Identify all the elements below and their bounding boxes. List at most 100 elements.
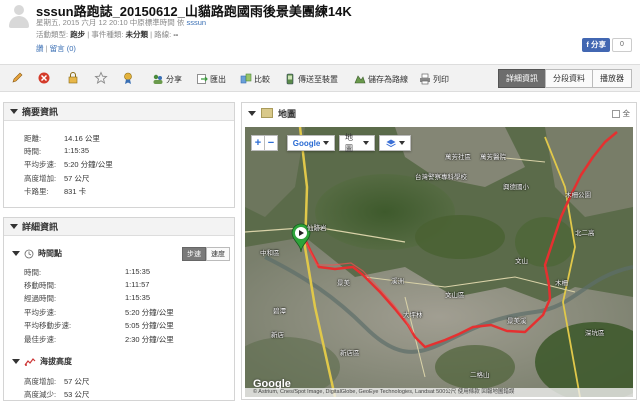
toggle-speed[interactable]: 速度 (206, 247, 230, 261)
pace-speed-toggle: 步速 速度 (182, 247, 230, 261)
compare-button[interactable]: 比較 (240, 71, 270, 87)
toggle-pace[interactable]: 步速 (182, 247, 206, 261)
user-link[interactable]: sssun (186, 18, 206, 27)
map-place-label: 萬芳醫院 (480, 154, 506, 161)
activity-meta: 活動類型: 跑步 | 事件種類: 未分類 | 路線: -- (36, 29, 178, 40)
map-layers-select[interactable] (379, 135, 411, 151)
zoom-in-button[interactable]: + (251, 135, 265, 151)
summary-label: 高度增加: (24, 174, 57, 183)
badge-icon[interactable] (121, 71, 135, 85)
compare-label: 比較 (254, 74, 270, 84)
lock-icon[interactable] (66, 71, 80, 85)
detail-avg-pace-value: 5:20 分鐘/公里 (125, 308, 174, 317)
summary-header[interactable]: 摘要資訊 (4, 103, 234, 121)
share-button[interactable]: 分享 (152, 71, 182, 87)
map-place-label: 新店區 (340, 350, 360, 357)
summary-pace-value: 5:20 分鐘/公里 (64, 160, 113, 169)
collapse-arrow-icon (10, 109, 18, 114)
map-place-label: 文山 (515, 258, 528, 265)
activity-type-value[interactable]: 跑步 (70, 30, 85, 39)
fullscreen-label: 全 (622, 109, 631, 118)
detail-label: 移動時間: (24, 281, 57, 290)
map-place-label: 文山區 (445, 292, 465, 299)
satellite-map[interactable]: 台灣警察專科學校 萬芳社區 興德國小 萬芳醫院 木柵公園 景美 仙跡岩 溪洲 大… (245, 127, 633, 397)
course-value: -- (173, 30, 179, 39)
tab-player[interactable]: 播放器 (592, 69, 632, 88)
edit-icon[interactable] (10, 71, 24, 85)
save-as-course-label: 儲存為路線 (368, 74, 408, 84)
date-text: 星期五, 2015 六月 12 20:10 中原標準時間 依 (36, 18, 185, 27)
map-place-label: 景美溪 (507, 318, 527, 325)
detail-elevation-gain-value: 57 公尺 (64, 377, 90, 386)
map-attribution[interactable]: © Astrium, Cnes/Spot Image, DigitalGlobe… (245, 388, 633, 397)
map-type-select[interactable]: 地圖 (339, 133, 375, 153)
map-place-label: 萬芳社區 (445, 154, 471, 161)
elevation-icon (24, 357, 36, 366)
collapse-arrow-icon (248, 110, 256, 116)
save-as-course-button[interactable]: 儲存為路線 (354, 71, 408, 87)
activity-header: sssun路跑誌_20150612_山貓路跑國雨後景美團練14K 星期五, 20… (0, 0, 640, 60)
detail-elevation-loss-value: 53 公尺 (64, 390, 90, 399)
course-label: | 路線: (150, 30, 172, 39)
fullscreen-toggle[interactable]: 全 (611, 108, 631, 119)
map-place-label: 溪洲 (391, 278, 404, 285)
print-button[interactable]: 列印 (419, 71, 449, 87)
map-place-label: 碧潭 (273, 308, 286, 315)
map-type-value: 地圖 (345, 133, 353, 153)
timing-section-title: 時間點 (38, 249, 62, 258)
detail-label: 經過時間: (24, 294, 57, 303)
send-device-icon (286, 73, 294, 85)
favorite-star-icon[interactable] (94, 71, 108, 85)
timing-section-header[interactable]: 時間點 (12, 248, 62, 259)
export-icon (197, 74, 208, 84)
map-panel: 地圖 全 台灣警察專科學校 萬芳社區 興德國小 萬芳醫院 木柵公園 景美 仙跡岩… (241, 102, 637, 400)
event-type-value[interactable]: 未分類 (126, 30, 149, 39)
export-button[interactable]: 匯出 (196, 71, 226, 87)
send-to-device-button[interactable]: 傳送至裝置 (284, 71, 338, 87)
summary-distance-value: 14.16 公里 (64, 134, 100, 143)
comment-link[interactable]: 留言 (0) (50, 44, 76, 53)
elevation-section-header[interactable]: 海拔高度 (12, 356, 72, 367)
social-links: 讚 | 留言 (0) (36, 44, 76, 53)
summary-elevation-value: 57 公尺 (64, 174, 90, 183)
map-header[interactable]: 地圖 (242, 103, 636, 123)
event-type-label: | 事件種類: (87, 30, 124, 39)
map-place-label: 木柵 (555, 280, 568, 287)
map-place-label: 新店 (271, 332, 284, 339)
summary-label: 平均步速: (24, 160, 57, 169)
map-provider-value: Google (292, 138, 321, 148)
map-place-label: 木柵公園 (565, 192, 591, 199)
details-header[interactable]: 詳細資訊 (4, 218, 234, 236)
map-place-label: 中和區 (260, 250, 280, 257)
map-place-label: 景美 (337, 280, 350, 287)
avatar[interactable] (6, 3, 32, 29)
facebook-share-count: 0 (612, 38, 632, 52)
chevron-down-icon (398, 141, 405, 145)
map-place-label: 大坪林 (403, 312, 423, 319)
delete-icon[interactable] (37, 71, 51, 85)
facebook-share-label: 分享 (591, 40, 606, 49)
details-panel: 詳細資訊 時間點 步速 速度 時間: 1:15:35 移動時間: 1:11:57… (3, 217, 235, 401)
detail-avg-moving-pace-value: 5:05 分鐘/公里 (125, 321, 174, 330)
export-label: 匯出 (210, 74, 226, 84)
zoom-controls: + − (251, 135, 278, 151)
fullscreen-checkbox[interactable] (611, 109, 620, 118)
chevron-down-icon (323, 141, 330, 145)
like-link[interactable]: 讚 (36, 44, 44, 53)
chevron-down-icon (363, 141, 369, 145)
detail-label: 最佳步速: (24, 335, 57, 344)
map-place-label: 深坑區 (585, 330, 605, 337)
compare-icon (240, 73, 252, 84)
collapse-arrow-icon (10, 224, 18, 229)
facebook-share-button[interactable]: f 分享 (582, 38, 610, 52)
activity-type-label: 活動類型: (36, 30, 69, 39)
map-place-label: 興德國小 (503, 184, 529, 191)
detail-best-pace-value: 2:30 分鐘/公里 (125, 335, 174, 344)
tab-details[interactable]: 詳細資訊 (498, 69, 546, 88)
zoom-out-button[interactable]: − (264, 135, 278, 151)
tab-splits[interactable]: 分段資料 (545, 69, 593, 88)
save-course-icon (354, 75, 366, 84)
collapse-arrow-icon (12, 359, 20, 364)
satellite-imagery (245, 127, 633, 397)
map-provider-select[interactable]: Google (287, 135, 335, 151)
